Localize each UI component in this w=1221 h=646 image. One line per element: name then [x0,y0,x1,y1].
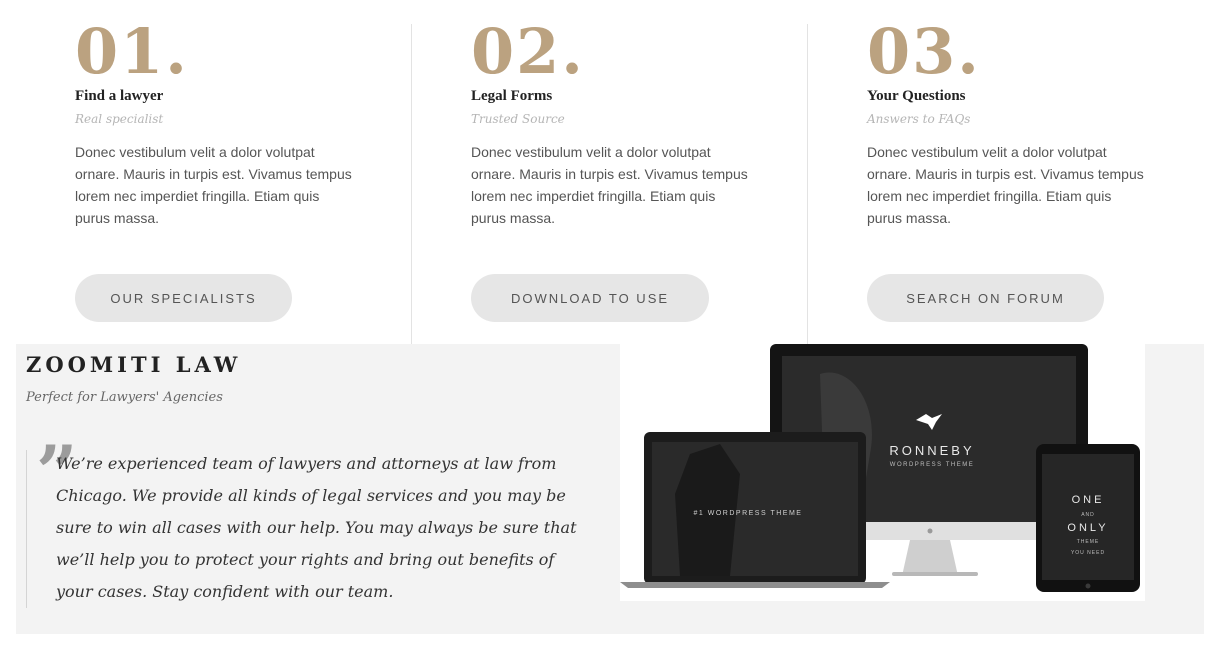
feature-subtitle: Real specialist [75,112,164,126]
feature-description: Donec vestibulum velit a dolor volutpat … [75,144,352,226]
feature-column-legal-forms: 02. Legal Forms Trusted Source Donec ves… [471,0,771,344]
search-on-forum-button[interactable]: SEARCH ON FORUM [867,274,1104,322]
feature-description: Donec vestibulum velit a dolor volutpat … [867,144,1144,226]
tablet-home-button [1085,583,1091,589]
apple-logo-icon [927,528,933,534]
feature-description: Donec vestibulum velit a dolor volutpat … [471,144,748,226]
quote-border [26,450,27,608]
devices-illustration: RONNEBY WORDPRESS THEME #1 WORDPRESS THE… [620,344,1140,592]
brand-title: ZOOMITI LAW [26,352,242,377]
testimonial-quote: We’re experienced team of lawyers and at… [56,454,577,601]
feature-number: 02. [471,15,585,88]
download-to-use-button[interactable]: DOWNLOAD TO USE [471,274,709,322]
feature-column-find-lawyer: 01. Find a lawyer Real specialist Donec … [75,0,375,344]
feature-column-your-questions: 03. Your Questions Answers to FAQs Donec… [867,0,1167,344]
about-section: ZOOMITI LAW Perfect for Lawyers' Agencie… [16,344,1204,634]
desktop-stand [902,540,958,576]
laptop-base [620,582,890,588]
desktop-title: RONNEBY [889,443,974,458]
feature-subtitle: Answers to FAQs [867,112,971,126]
tablet-text-line: THEME [1077,539,1100,545]
desktop-stand-base [892,572,978,576]
feature-title: Your Questions [867,88,966,104]
tablet-text-line: ONE [1072,494,1105,506]
feature-title: Legal Forms [471,88,553,104]
devices-mockup-image: RONNEBY WORDPRESS THEME #1 WORDPRESS THE… [620,344,1145,601]
column-divider [807,24,808,344]
feature-number: 03. [867,15,981,88]
our-specialists-button[interactable]: OUR SPECIALISTS [75,274,292,322]
desktop-subtitle: WORDPRESS THEME [890,462,974,468]
brand-tagline: Perfect for Lawyers' Agencies [26,390,223,405]
tablet-text-line: AND [1081,512,1095,518]
column-divider [411,24,412,344]
laptop-screen-text: #1 WORDPRESS THEME [694,510,803,517]
tablet-text-line: ONLY [1067,522,1108,534]
feature-subtitle: Trusted Source [471,112,565,126]
features-section: 01. Find a lawyer Real specialist Donec … [0,0,1221,344]
tablet-text-line: YOU NEED [1071,550,1105,556]
feature-title: Find a lawyer [75,88,164,104]
feature-number: 01. [75,15,189,88]
